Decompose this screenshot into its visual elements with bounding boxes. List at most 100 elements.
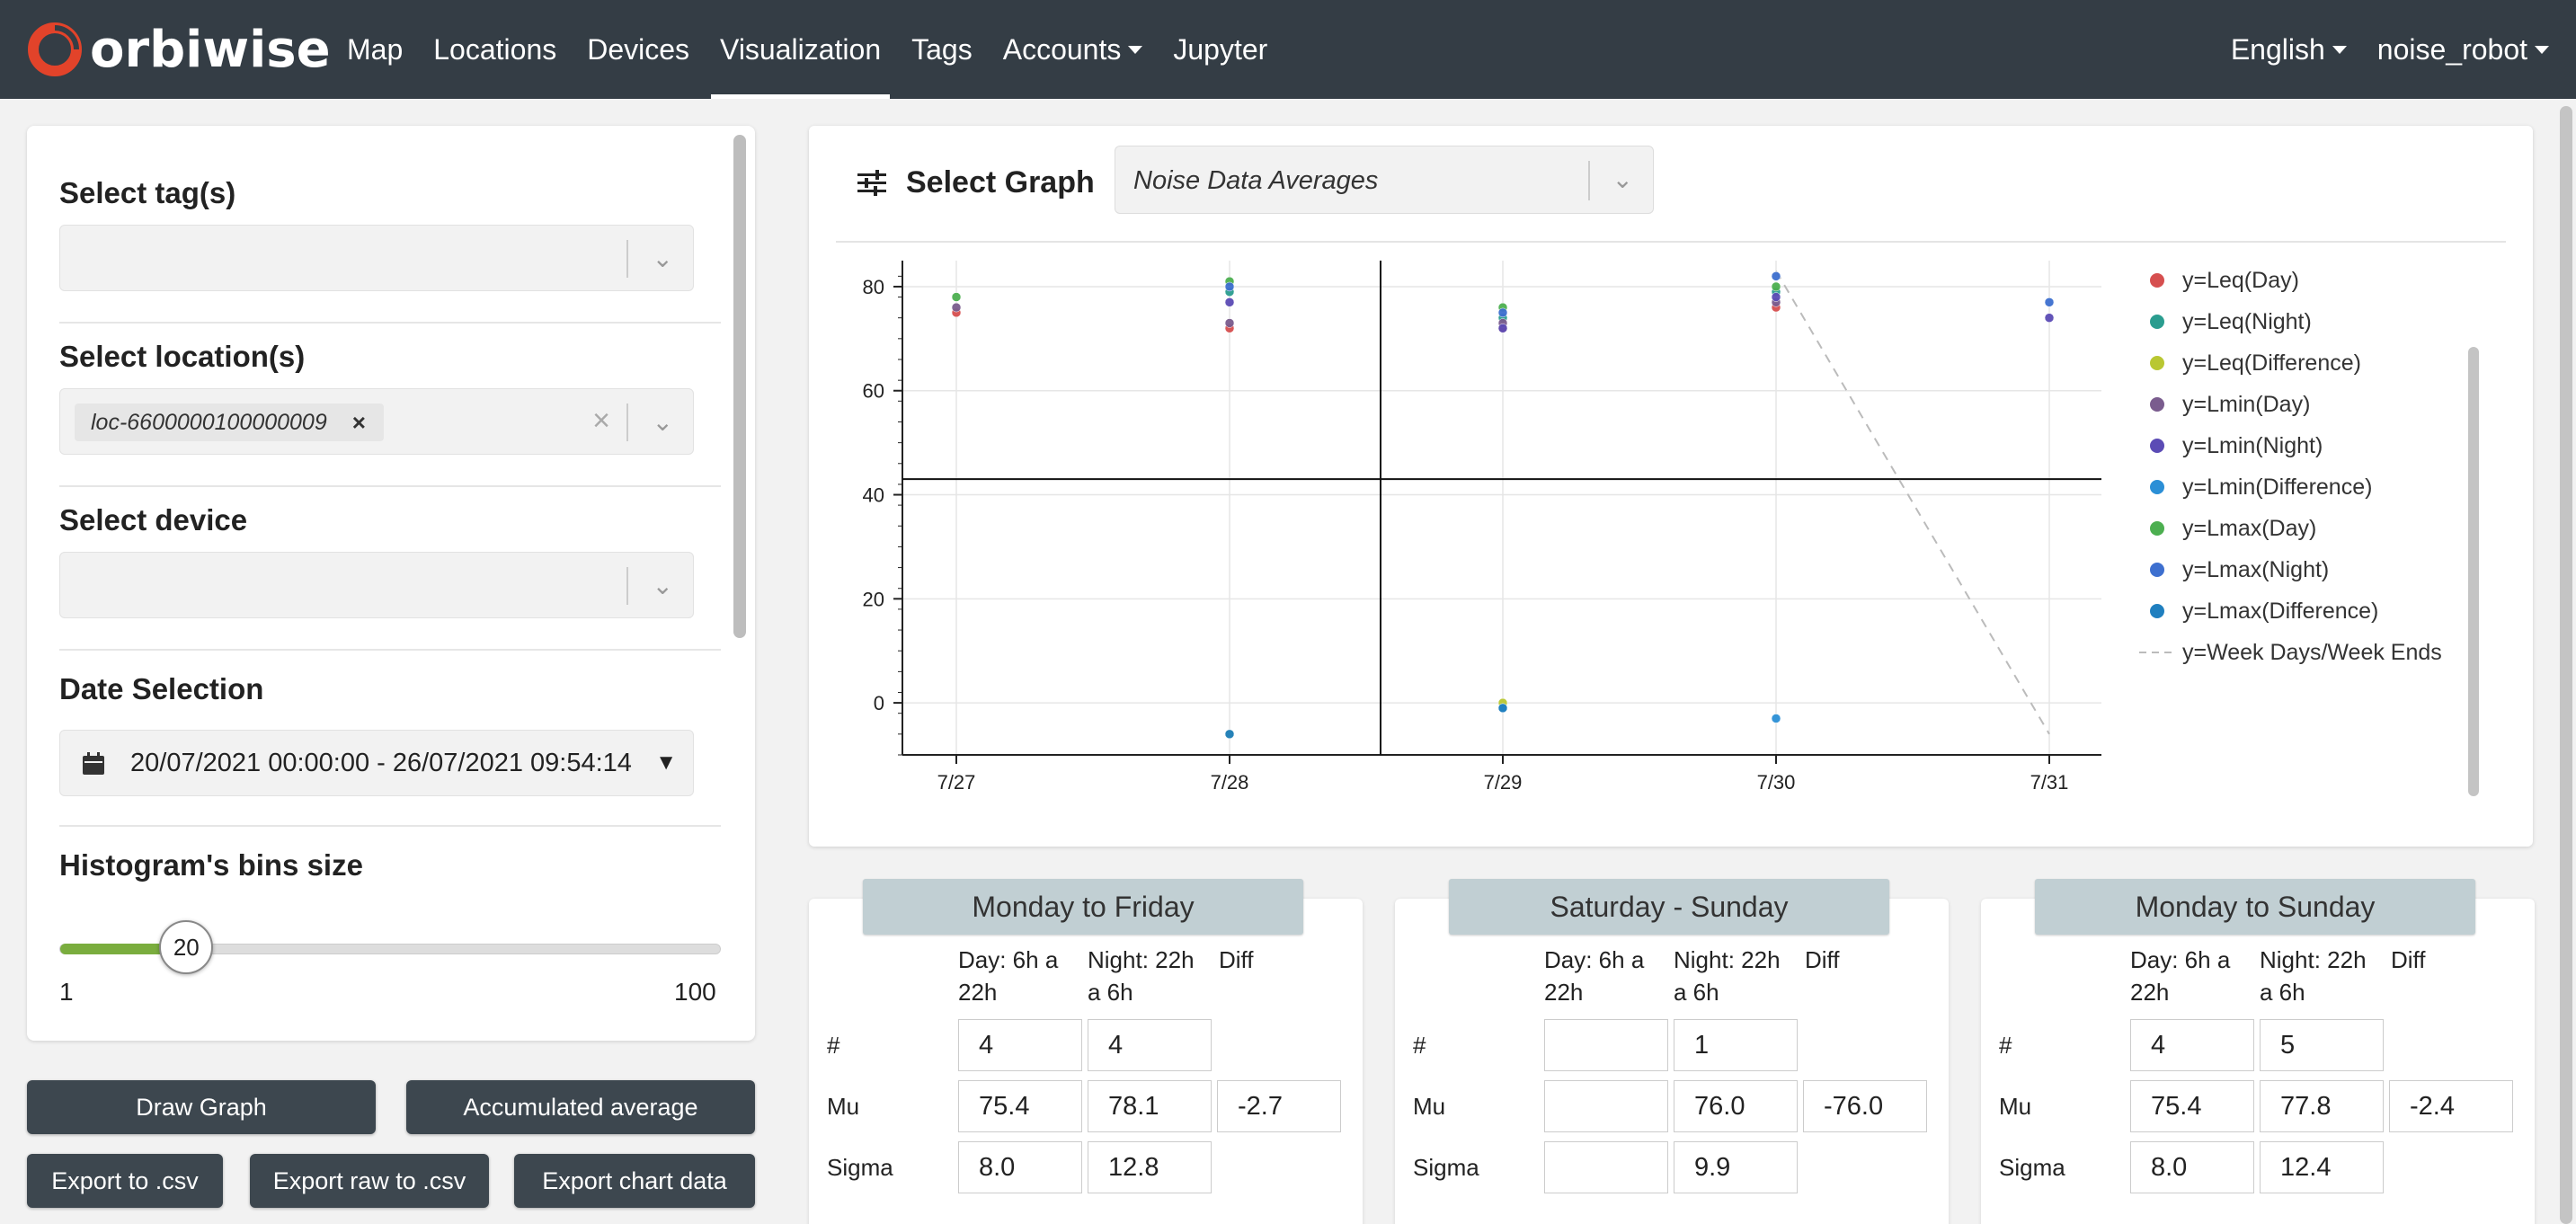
- legend-marker: [2150, 356, 2164, 370]
- tags-select[interactable]: ⌄: [59, 225, 694, 291]
- chevron-down-icon[interactable]: ▼: [655, 750, 677, 776]
- divider: [59, 485, 721, 487]
- data-point: [1771, 292, 1781, 302]
- date-range-picker[interactable]: 20/07/2021 00:00:00 - 26/07/2021 09:54:1…: [59, 730, 694, 796]
- language-dropdown[interactable]: English: [2231, 0, 2347, 99]
- brand-logo[interactable]: orbiwise: [25, 20, 331, 79]
- legend-marker: [2150, 604, 2164, 618]
- x-tick-label: 7/31: [2030, 771, 2069, 794]
- user-dropdown[interactable]: noise_robot: [2377, 0, 2549, 99]
- data-point: [1771, 281, 1781, 292]
- nav-item-tags[interactable]: Tags: [911, 0, 973, 99]
- data-point: [1224, 297, 1235, 307]
- mu-day-field[interactable]: 75.4: [958, 1080, 1082, 1132]
- nav-item-label: Locations: [433, 32, 557, 66]
- x-tick-label: 7/30: [1757, 771, 1796, 794]
- sigma-night-field[interactable]: 12.4: [2260, 1141, 2384, 1193]
- legend-label: y=Lmin(Night): [2182, 433, 2323, 458]
- column-header-day: Day: 6h a 22h: [958, 944, 1058, 1008]
- bins-min-label: 1: [59, 978, 74, 1006]
- chevron-down-icon[interactable]: ⌄: [653, 571, 673, 600]
- locations-select[interactable]: loc-6600000100000009 × × ⌄: [59, 388, 694, 455]
- nav-item-visualization[interactable]: Visualization: [711, 0, 891, 99]
- y-tick-label: 80: [863, 276, 884, 298]
- column-header-diff: Diff: [1219, 946, 1254, 973]
- row-label-mu: Mu: [1413, 1093, 1446, 1120]
- y-tick-label: 60: [863, 380, 884, 403]
- column-header-night-line: a 6h: [1674, 979, 1719, 1006]
- stats-card: Saturday - Sunday Day: 6h a 22h Night: 22h a…: [1395, 879, 1949, 1224]
- export-csv-button[interactable]: Export to .csv: [27, 1154, 223, 1208]
- user-label: noise_robot: [2376, 32, 2527, 66]
- nav-item-label: Map: [347, 32, 404, 66]
- mu-night-field[interactable]: 76.0: [1674, 1080, 1798, 1132]
- column-header-night-line: Night: 22h: [1088, 946, 1195, 973]
- chevron-down-icon[interactable]: ⌄: [653, 407, 673, 437]
- row-label-sigma: Sigma: [1999, 1154, 2065, 1181]
- data-point: [951, 292, 962, 302]
- chevron-down-icon[interactable]: ⌄: [653, 244, 673, 273]
- count-night-field[interactable]: 5: [2260, 1019, 2384, 1071]
- count-day-field[interactable]: 4: [958, 1019, 1082, 1071]
- filter-panel: Select tag(s) ⌄ Select location(s) loc-6…: [27, 126, 755, 1041]
- nav-item-jupyter[interactable]: Jupyter: [1173, 0, 1267, 99]
- column-header-day: Day: 6h a 22h: [2130, 944, 2230, 1008]
- divider: [59, 825, 721, 827]
- column-header-night: Night: 22h a 6h: [1088, 944, 1195, 1008]
- nav-item-locations[interactable]: Locations: [433, 0, 556, 99]
- legend-label: y=Lmin(Difference): [2182, 475, 2372, 500]
- row-label-sigma: Sigma: [1413, 1154, 1479, 1181]
- export-chart-data-button[interactable]: Export chart data: [514, 1154, 755, 1208]
- y-tick-label: 0: [874, 692, 884, 714]
- nav-item-accounts[interactable]: Accounts: [1003, 0, 1143, 99]
- week-days-line: [1775, 271, 2050, 735]
- column-header-day-line: 22h: [2130, 979, 2170, 1006]
- remove-chip-icon[interactable]: ×: [352, 409, 366, 437]
- legend-marker: [2150, 397, 2164, 412]
- mu-day-field[interactable]: 75.4: [2130, 1080, 2254, 1132]
- data-point: [1497, 324, 1508, 333]
- column-header-day-line: Day: 6h a: [2130, 946, 2231, 973]
- location-chip: loc-6600000100000009 ×: [75, 404, 384, 441]
- accumulated-average-button[interactable]: Accumulated average: [406, 1080, 755, 1134]
- clear-icon[interactable]: ×: [592, 404, 610, 439]
- legend-marker: [2150, 439, 2164, 453]
- mu-diff-field[interactable]: -76.0: [1803, 1080, 1927, 1132]
- legend-marker: [2150, 480, 2164, 494]
- select-separator: [626, 240, 628, 278]
- locations-title: Select location(s): [59, 340, 306, 373]
- column-header-night-line: Night: 22h: [1674, 946, 1781, 973]
- device-select[interactable]: ⌄: [59, 552, 694, 618]
- mu-diff-field[interactable]: -2.7: [1217, 1080, 1341, 1132]
- legend-scrollbar[interactable]: [2468, 347, 2479, 796]
- bins-title: Histogram's bins size: [59, 848, 363, 882]
- count-night-field[interactable]: 4: [1088, 1019, 1212, 1071]
- export-raw-csv-button[interactable]: Export raw to .csv: [250, 1154, 489, 1208]
- count-night-field[interactable]: 1: [1674, 1019, 1798, 1071]
- draw-graph-button[interactable]: Draw Graph: [27, 1080, 376, 1134]
- noise-averages-chart[interactable]: 0 20 40 60 80 7/27 7/28 7/29 7/30 7/31 y=Leq(Day) y…: [809, 126, 2533, 847]
- sigma-day-field[interactable]: 8.0: [2130, 1141, 2254, 1193]
- mu-diff-field[interactable]: -2.4: [2389, 1080, 2513, 1132]
- page-scrollbar[interactable]: [2560, 106, 2572, 1224]
- mu-night-field[interactable]: 78.1: [1088, 1080, 1212, 1132]
- sigma-night-field[interactable]: 12.8: [1088, 1141, 1212, 1193]
- nav-item-map[interactable]: Map: [347, 0, 403, 99]
- row-label-sigma: Sigma: [827, 1154, 893, 1181]
- count-day-field[interactable]: [1544, 1019, 1668, 1071]
- count-day-field[interactable]: 4: [2130, 1019, 2254, 1071]
- sigma-day-field[interactable]: [1544, 1141, 1668, 1193]
- orbiwise-logo-icon: [28, 22, 82, 76]
- nav-item-devices[interactable]: Devices: [587, 0, 689, 99]
- mu-day-field[interactable]: [1544, 1080, 1668, 1132]
- mu-night-field[interactable]: 77.8: [2260, 1080, 2384, 1132]
- nav-item-label: Tags: [911, 32, 973, 66]
- bins-slider-handle[interactable]: 20: [159, 920, 214, 974]
- column-header-night: Night: 22h a 6h: [2260, 944, 2367, 1008]
- divider: [59, 322, 721, 324]
- nav-right: English noise_robot: [2200, 0, 2549, 99]
- sigma-day-field[interactable]: 8.0: [958, 1141, 1082, 1193]
- sigma-night-field[interactable]: 9.9: [1674, 1141, 1798, 1193]
- filter-panel-scrollbar[interactable]: [733, 135, 746, 638]
- data-point: [1771, 271, 1781, 281]
